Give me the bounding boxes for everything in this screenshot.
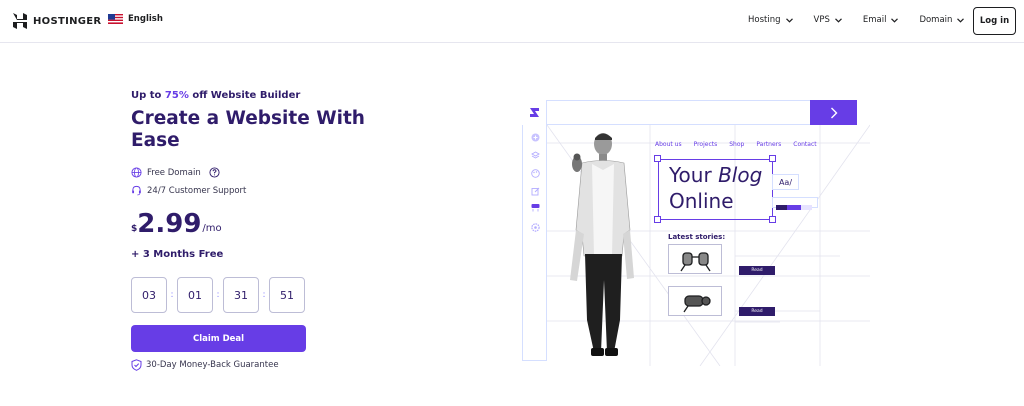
store-icon[interactable]: [531, 203, 540, 212]
timer-hours: 01: [177, 277, 213, 313]
resize-handle: [769, 216, 776, 223]
shield-check-icon: [131, 359, 142, 371]
login-button[interactable]: Log in: [973, 7, 1016, 35]
palette-icon[interactable]: [531, 169, 540, 178]
nav-vps[interactable]: VPS: [814, 15, 842, 25]
read-button: Read: [739, 266, 775, 275]
blog-title-part: Your: [669, 163, 719, 187]
preview-site-nav: About us Projects Shop Partners Contact: [655, 141, 817, 148]
feature-free-domain: Free Domain: [131, 167, 220, 178]
timer-separator: :: [216, 290, 220, 300]
brand-name: HOSTINGER: [33, 15, 102, 27]
nav-hosting[interactable]: Hosting: [748, 15, 793, 25]
us-flag-icon: [108, 14, 123, 24]
countdown-timer: 03 : 01 : 31 : 51: [131, 277, 305, 313]
timer-days: 03: [131, 277, 167, 313]
top-navigation: HOSTINGER English Hosting VPS Email Doma…: [0, 0, 1024, 43]
edit-icon[interactable]: [531, 187, 540, 196]
preview-nav-shop: Shop: [729, 141, 745, 148]
timer-seconds: 51: [269, 277, 305, 313]
promo-text: Up to 75% off Website Builder: [131, 90, 300, 101]
feature-support: 24/7 Customer Support: [131, 185, 246, 196]
website-builder-illustration: About us Projects Shop Partners Contact …: [520, 96, 870, 366]
brand-logo[interactable]: HOSTINGER: [13, 13, 101, 29]
help-circle-icon[interactable]: [209, 167, 220, 178]
chevron-down-icon: [785, 17, 793, 23]
globe-icon: [131, 167, 142, 178]
feature-label: 24/7 Customer Support: [147, 185, 247, 196]
price-amount: 2.99: [137, 209, 202, 239]
add-icon[interactable]: [531, 133, 540, 142]
guarantee-label: 30-Day Money-Back Guarantee: [146, 360, 279, 370]
chevron-down-icon: [891, 17, 899, 23]
person-illustration: [570, 133, 634, 356]
builder-logo-icon: [522, 100, 547, 125]
nav-email[interactable]: Email: [863, 15, 899, 25]
main-menu: Hosting VPS Email Domain: [748, 15, 985, 25]
language-label: English: [128, 14, 163, 24]
hostinger-logo-icon: [13, 13, 27, 29]
chevron-down-icon: [957, 17, 965, 23]
blog-title-part: Online: [669, 189, 734, 213]
nav-label: Email: [862, 15, 887, 25]
price-display: $ 2.99 /mo: [131, 210, 222, 238]
resize-handle: [769, 155, 776, 162]
chevron-right-icon: [830, 107, 837, 118]
timer-separator: :: [170, 290, 174, 300]
resize-handle: [654, 155, 661, 162]
chevron-down-icon: [834, 17, 842, 23]
hero-headline: Create a Website With Ease: [131, 108, 365, 151]
money-back-guarantee: 30-Day Money-Back Guarantee: [131, 359, 279, 371]
preview-nav-projects: Projects: [693, 141, 718, 148]
timer-minutes: 31: [223, 277, 259, 313]
read-button: Read: [739, 307, 775, 316]
preview-nav-about: About us: [655, 141, 682, 148]
headset-icon: [132, 185, 141, 196]
feature-label: Free Domain: [147, 167, 201, 178]
nav-label: Hosting: [748, 15, 781, 25]
layers-icon[interactable]: [531, 151, 540, 160]
latest-stories-label: Latest stories:: [668, 233, 726, 241]
promo-prefix: Up to: [131, 90, 165, 101]
font-picker: Aa/: [772, 174, 799, 190]
timer-separator: :: [262, 290, 266, 300]
nav-label: Domain: [919, 15, 953, 25]
preview-blog-title: Your Blog Online: [658, 159, 773, 220]
story-image: [668, 286, 722, 316]
builder-sidebar: [522, 125, 547, 361]
arrow-right-button[interactable]: [810, 100, 857, 125]
nav-domain[interactable]: Domain: [919, 15, 965, 25]
color-swatch: [772, 197, 818, 210]
price-period: /mo: [202, 223, 222, 234]
builder-top-bar: [522, 100, 857, 125]
claim-deal-button[interactable]: Claim Deal: [131, 325, 306, 352]
promo-discount: 75%: [164, 90, 189, 101]
story-image: [668, 244, 722, 274]
promo-suffix: off Website Builder: [188, 90, 301, 101]
resize-handle: [654, 216, 661, 223]
blog-title-emphasis: Blog: [718, 163, 763, 187]
preview-nav-partners: Partners: [756, 141, 782, 148]
language-selector[interactable]: English: [108, 14, 163, 24]
nav-label: VPS: [813, 15, 830, 25]
settings-icon[interactable]: [531, 223, 540, 232]
preview-nav-contact: Contact: [793, 141, 817, 148]
bonus-text: + 3 Months Free: [131, 249, 224, 260]
